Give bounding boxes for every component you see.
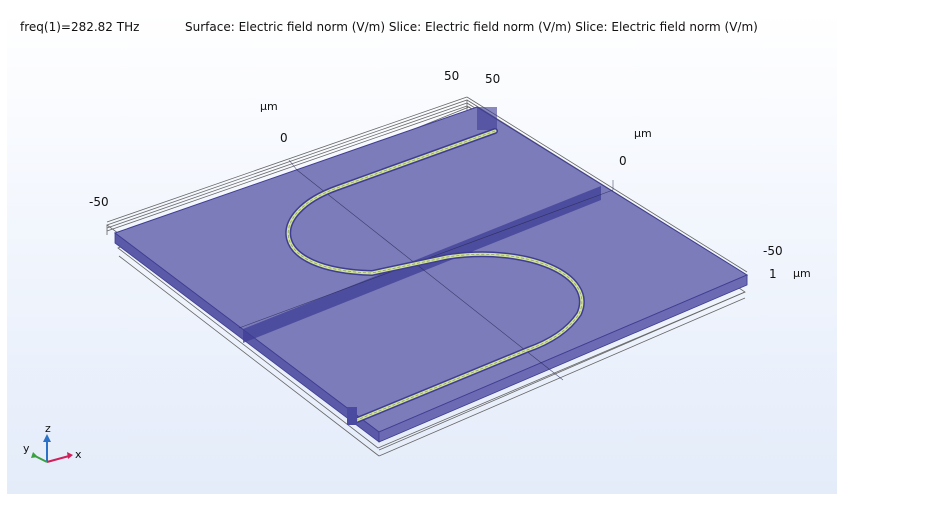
x-tick-50: 50 (444, 69, 460, 83)
3d-plot-scene[interactable] (7, 10, 837, 494)
z-tick-1: 1 (769, 267, 777, 281)
y-tick-50: 50 (485, 72, 501, 86)
y-tick-minus50: -50 (763, 244, 783, 258)
triad-x-label: x (75, 448, 82, 461)
waveguide-port-end (347, 407, 357, 425)
y-axis-unit: µm (634, 127, 652, 140)
triad-z-label: z (45, 422, 51, 435)
z-axis-unit: µm (793, 267, 811, 280)
x-tick-minus50: -50 (89, 195, 109, 209)
slice-plane-top-band (477, 107, 497, 130)
graphics-viewport[interactable]: freq(1)=282.82 THz Surface: Electric fie… (7, 10, 837, 494)
x-axis-unit: µm (260, 100, 278, 113)
axis-triad: z y x (21, 422, 91, 478)
y-tick-0: 0 (619, 154, 627, 168)
x-tick-0: 0 (280, 131, 288, 145)
triad-y-label: y (23, 442, 30, 455)
